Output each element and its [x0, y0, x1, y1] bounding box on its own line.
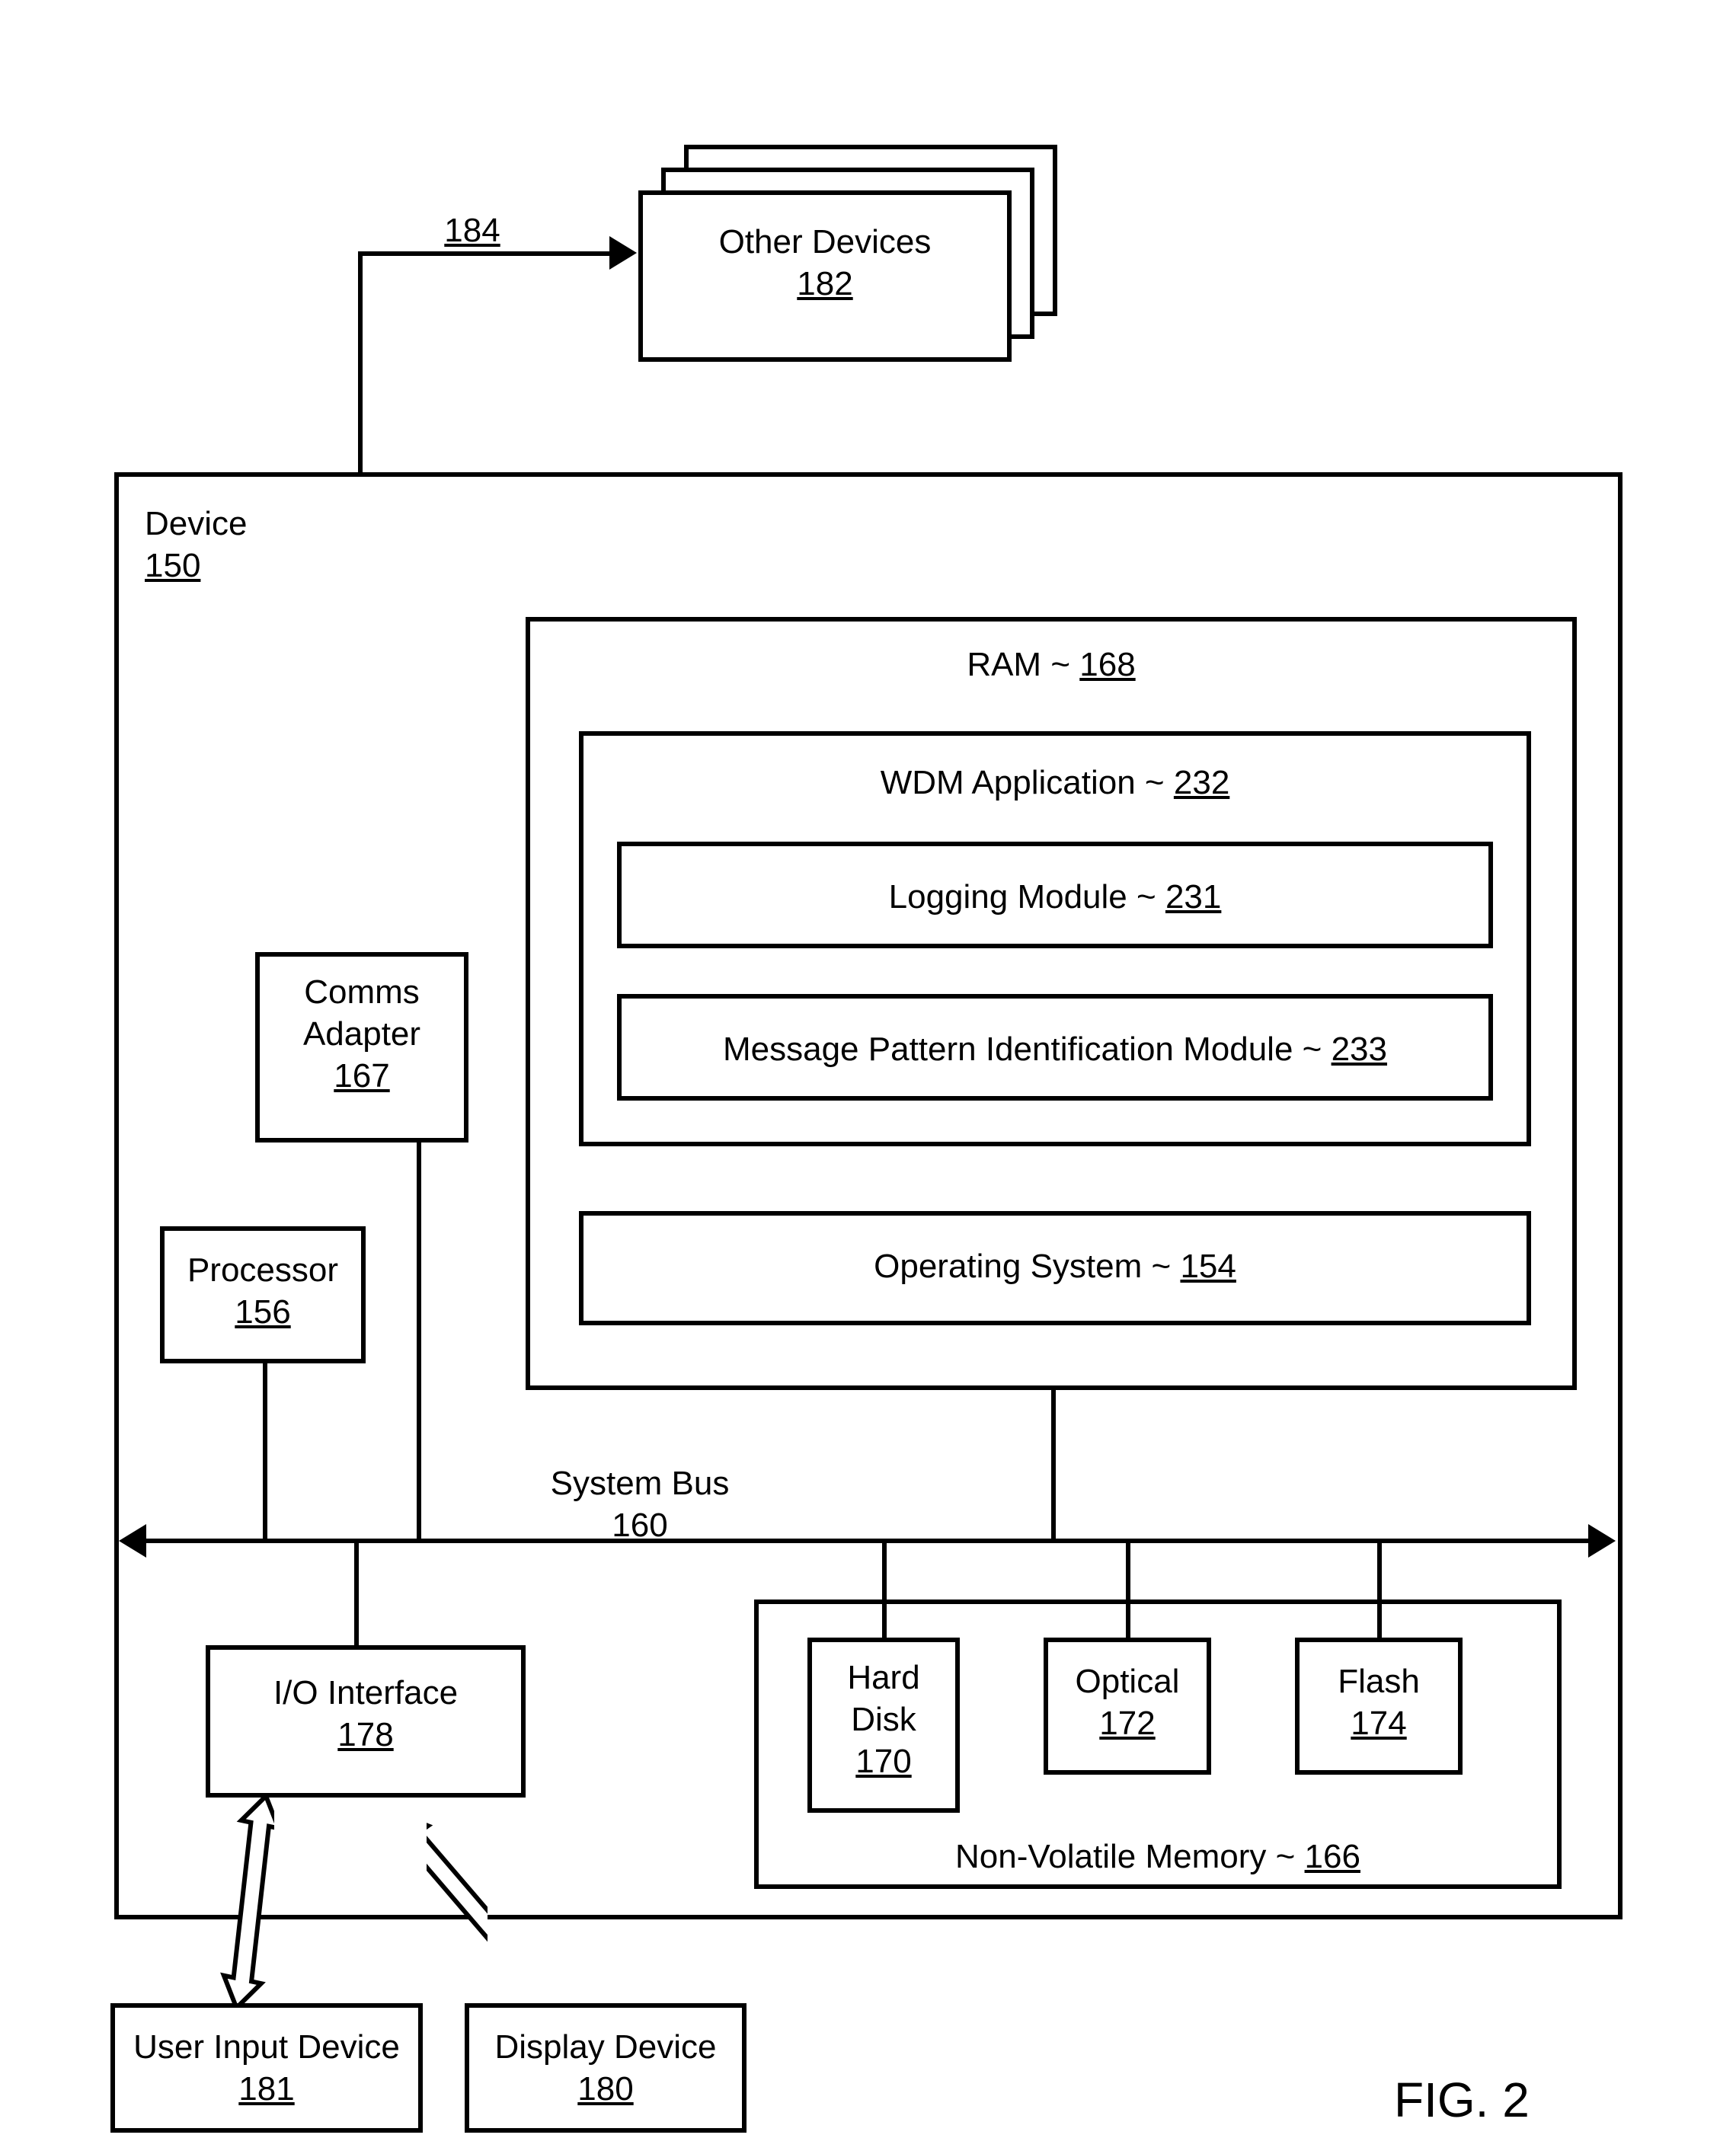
logging-text: Logging Module ~: [889, 878, 1156, 916]
ram-label: RAM ~ 168: [526, 644, 1577, 686]
user-input-text: User Input Device: [133, 2028, 400, 2066]
other-devices-text: Other Devices: [719, 223, 932, 260]
link184-num: 184: [444, 212, 500, 249]
nvmem-text: Non-Volatile Memory ~: [955, 1838, 1295, 1875]
system-bus-num: 160: [612, 1507, 667, 1544]
flash-text: Flash: [1338, 1663, 1420, 1700]
io-to-bus-line: [354, 1539, 359, 1645]
hard-disk-l1: Hard: [847, 1659, 919, 1696]
bus-arrow-right-icon: [1588, 1524, 1616, 1558]
ram-num: 168: [1079, 646, 1135, 683]
processor-label: Processor 156: [160, 1249, 366, 1333]
wdm-num: 232: [1174, 764, 1229, 801]
os-text: Operating System ~: [874, 1248, 1171, 1285]
other-devices-label: Other Devices 182: [638, 221, 1012, 305]
link184-label: 184: [427, 209, 518, 251]
system-bus-text: System Bus: [551, 1465, 730, 1502]
comms-adapter-num: 167: [334, 1057, 389, 1095]
io-to-userinput-arrow-icon: [213, 1794, 274, 2007]
display-device-label: Display Device 180: [465, 2026, 747, 2110]
io-interface-num: 178: [337, 1716, 393, 1753]
display-device-num: 180: [577, 2070, 633, 2108]
user-input-num: 181: [238, 2070, 294, 2108]
comms-adapter-l1: Comms: [304, 973, 420, 1011]
optical-num: 172: [1099, 1705, 1155, 1742]
link184-arrow-icon: [609, 236, 637, 270]
comms-adapter-label: Comms Adapter 167: [255, 971, 468, 1097]
hard-disk-num: 170: [855, 1743, 911, 1780]
flash-label: Flash 174: [1295, 1660, 1463, 1744]
os-label: Operating System ~ 154: [579, 1245, 1531, 1287]
flash-to-bus-line: [1377, 1539, 1382, 1638]
ram-to-bus-line: [1051, 1390, 1056, 1539]
comms-adapter-l2: Adapter: [303, 1015, 420, 1053]
link184-hline: [358, 251, 613, 256]
diagram-canvas: Other Devices 182 184 Device 150 Comms A…: [0, 0, 1736, 2138]
user-input-label: User Input Device 181: [110, 2026, 423, 2110]
io-to-display-arrow-icon: [427, 1794, 488, 2007]
processor-to-bus-line: [263, 1363, 267, 1539]
figure-label: FIG. 2: [1394, 2072, 1530, 2128]
display-device-text: Display Device: [495, 2028, 717, 2066]
mpim-num: 233: [1332, 1031, 1387, 1068]
wdm-label: WDM Application ~ 232: [579, 762, 1531, 804]
optical-to-bus-line: [1126, 1539, 1130, 1638]
logging-label: Logging Module ~ 231: [617, 876, 1493, 918]
device-num: 150: [145, 547, 200, 584]
io-interface-text: I/O Interface: [273, 1674, 458, 1711]
hard-disk-l2: Disk: [851, 1701, 916, 1738]
other-devices-num: 182: [797, 265, 852, 302]
optical-text: Optical: [1076, 1663, 1180, 1700]
mpim-label: Message Pattern Identification Module ~ …: [617, 1028, 1493, 1070]
hard-disk-label: Hard Disk 170: [807, 1657, 960, 1782]
comms-to-bus-line: [417, 1143, 421, 1539]
system-bus-label: System Bus 160: [526, 1462, 754, 1546]
processor-num: 156: [235, 1293, 290, 1331]
os-num: 154: [1180, 1248, 1236, 1285]
bus-arrow-left-icon: [119, 1524, 146, 1558]
io-interface-label: I/O Interface 178: [206, 1672, 526, 1756]
logging-num: 231: [1165, 878, 1221, 916]
wdm-text: WDM Application ~: [881, 764, 1165, 801]
flash-num: 174: [1351, 1705, 1406, 1742]
nvmem-num: 166: [1305, 1838, 1360, 1875]
optical-label: Optical 172: [1044, 1660, 1211, 1744]
mpim-text: Message Pattern Identification Module ~: [723, 1031, 1322, 1068]
harddisk-to-bus-line: [882, 1539, 887, 1638]
device-text: Device: [145, 505, 248, 542]
processor-text: Processor: [187, 1251, 338, 1289]
device-label: Device 150: [145, 503, 297, 586]
system-bus-line: [142, 1539, 1593, 1543]
nvmem-label: Non-Volatile Memory ~ 166: [754, 1836, 1562, 1878]
ram-text: RAM ~: [967, 646, 1070, 683]
